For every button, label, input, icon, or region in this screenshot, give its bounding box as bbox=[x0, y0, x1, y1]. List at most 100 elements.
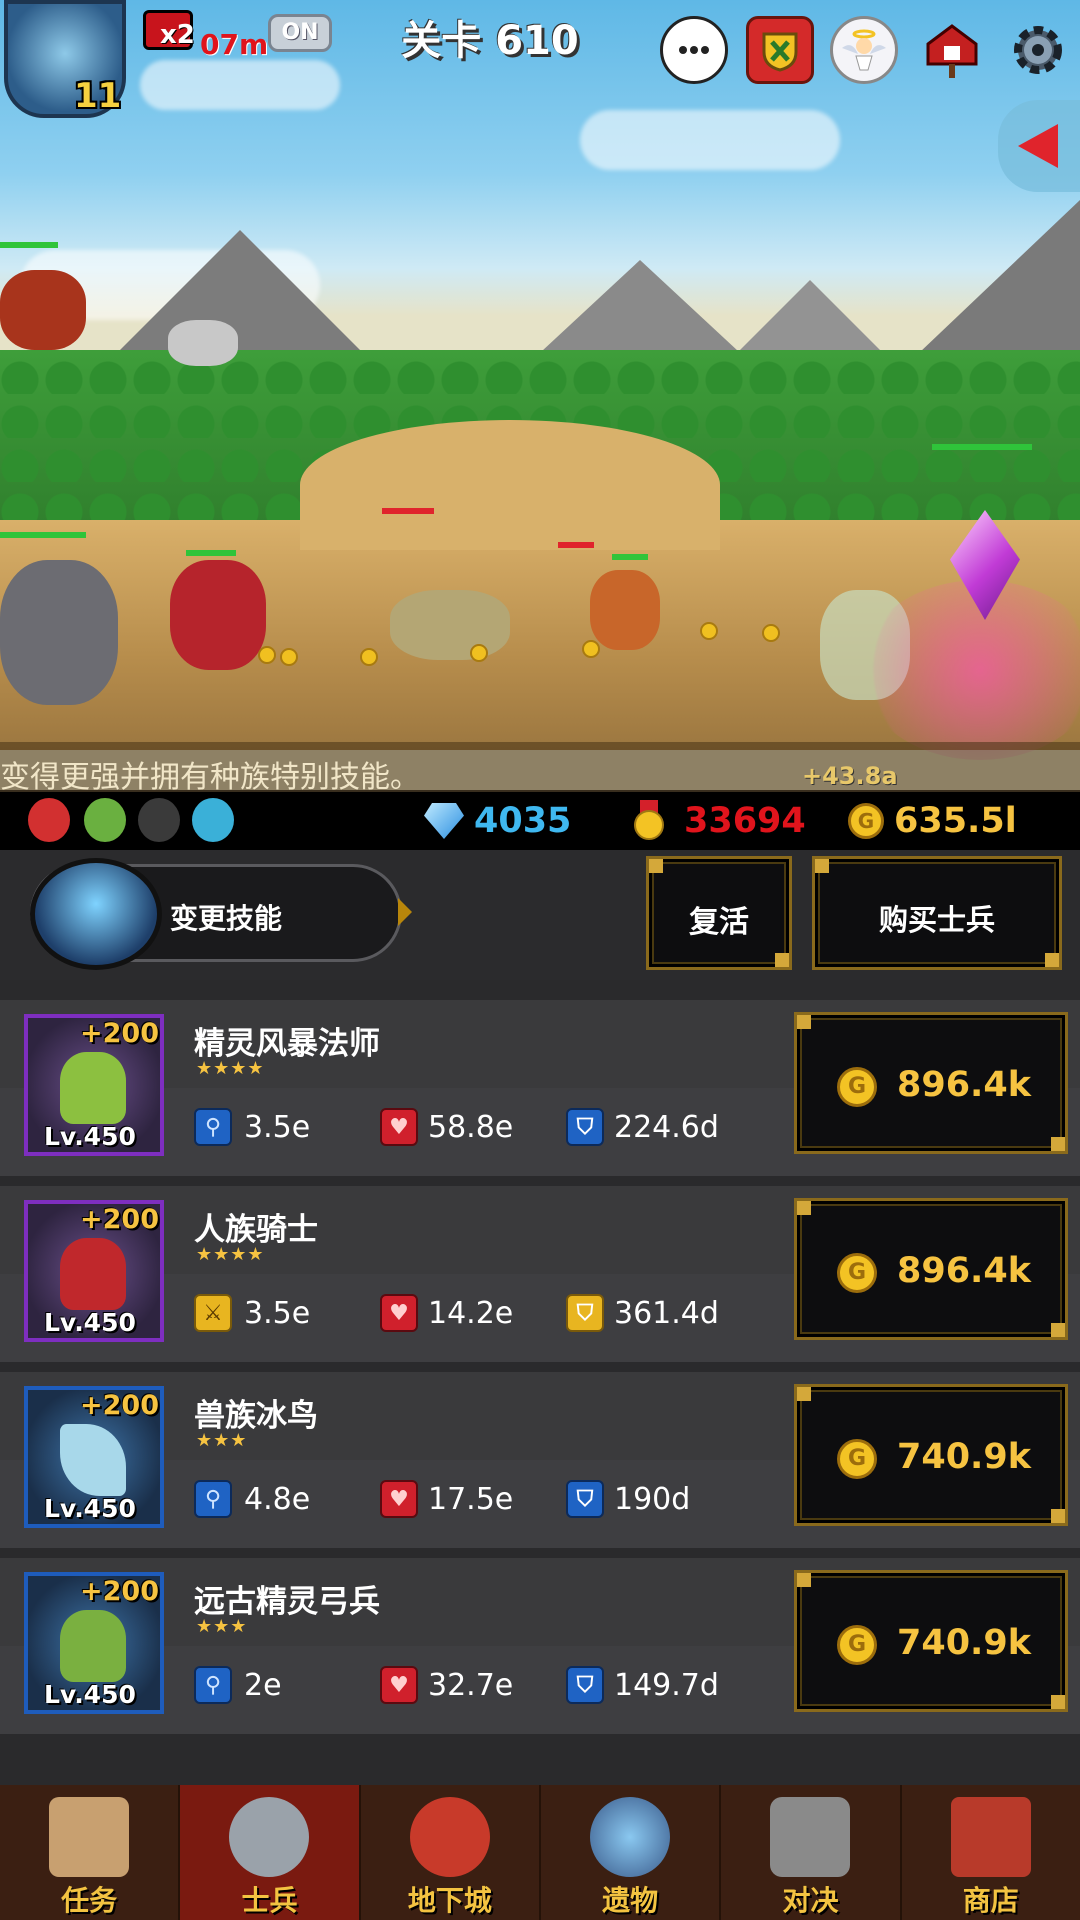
magic-attack-icon: ⚲ bbox=[194, 1666, 232, 1704]
angel-icon[interactable] bbox=[830, 16, 898, 84]
defense-value: 224.6d bbox=[614, 1110, 719, 1145]
corner-ornament bbox=[797, 1015, 811, 1029]
soldier-row: +200 Lv.450 人族骑士 ★★★★ ⚔ 3.5e ♥ 14.2e ⛉ 3… bbox=[0, 1186, 1080, 1362]
stone-golem-enemy bbox=[0, 560, 118, 705]
corner-ornament bbox=[1051, 1323, 1065, 1337]
soldier-portrait[interactable]: +200 Lv.450 bbox=[24, 1014, 164, 1156]
change-skill-label: 变更技能 bbox=[170, 902, 283, 935]
corner-ornament bbox=[649, 859, 663, 873]
gear-icon[interactable] bbox=[1008, 16, 1068, 84]
bonus-label: +200 bbox=[80, 1390, 159, 1421]
gear-glyph bbox=[1014, 26, 1062, 74]
gold-count: 635.5l bbox=[894, 801, 1017, 841]
undead-race-icon[interactable] bbox=[138, 798, 180, 842]
human-race-icon[interactable] bbox=[28, 798, 70, 842]
sword-attack-icon: ⚔ bbox=[194, 1294, 232, 1332]
cannon-enemy bbox=[0, 270, 86, 350]
human-knight-sprite bbox=[60, 1238, 126, 1310]
upgrade-price-button[interactable]: G 896.4k bbox=[794, 1198, 1068, 1340]
speed-multiplier: x2 bbox=[160, 20, 195, 50]
chevron-right-icon bbox=[398, 898, 412, 926]
ally-hp-bar bbox=[612, 554, 648, 560]
nav-label: 地下城 bbox=[407, 1884, 492, 1917]
soldier-name: 远古精灵弓兵 bbox=[194, 1584, 380, 1620]
nav-label: 对决 bbox=[782, 1884, 839, 1917]
coin-drop[interactable] bbox=[582, 640, 600, 658]
attack-value: 3.5e bbox=[244, 1296, 311, 1331]
soldier-name: 人族骑士 bbox=[194, 1212, 318, 1248]
corner-ornament bbox=[1051, 1137, 1065, 1151]
corner-ornament bbox=[797, 1387, 811, 1401]
upgrade-price-button[interactable]: G 740.9k bbox=[794, 1570, 1068, 1712]
soldier-portrait[interactable]: +200 Lv.450 bbox=[24, 1200, 164, 1342]
nav-tab-quests[interactable]: 任务 bbox=[0, 1785, 181, 1920]
mailbox-icon[interactable] bbox=[918, 16, 986, 84]
chat-icon[interactable] bbox=[660, 16, 728, 84]
crossed-swords-icon bbox=[770, 1797, 851, 1877]
heart-icon: ♥ bbox=[380, 1294, 418, 1332]
relic-orb-icon bbox=[590, 1797, 671, 1877]
price-label: 896.4k bbox=[897, 1065, 1031, 1105]
shield-icon: ⛉ bbox=[566, 1480, 604, 1518]
shield-icon: ⛉ bbox=[566, 1108, 604, 1146]
soldier-row: +200 Lv.450 精灵风暴法师 ★★★★ ⚲ 3.5e ♥ 58.8e ⛉… bbox=[0, 1000, 1080, 1176]
magic-attack-icon: ⚲ bbox=[194, 1108, 232, 1146]
soldier-name: 精灵风暴法师 bbox=[194, 1026, 380, 1062]
coin-drop[interactable] bbox=[280, 648, 298, 666]
gold-coin-icon: G bbox=[837, 1625, 877, 1665]
soldier-row: +200 Lv.450 兽族冰鸟 ★★★ ⚲ 4.8e ♥ 17.5e ⛉ 19… bbox=[0, 1372, 1080, 1548]
floating-gain: +43.8a bbox=[802, 762, 898, 790]
price-label: 896.4k bbox=[897, 1251, 1031, 1291]
corner-ornament bbox=[797, 1573, 811, 1587]
revive-label: 复活 bbox=[689, 905, 749, 940]
shield-glyph bbox=[762, 32, 798, 72]
flying-fish-unit bbox=[168, 320, 238, 366]
nav-tab-shop[interactable]: 商店 bbox=[902, 1785, 1080, 1920]
nav-label: 任务 bbox=[61, 1884, 118, 1917]
mailbox-glyph bbox=[926, 24, 978, 78]
coin-drop[interactable] bbox=[700, 622, 718, 640]
orc-ally bbox=[590, 570, 660, 650]
buy-soldier-button[interactable]: 购买士兵 bbox=[812, 856, 1062, 970]
soldier-portrait[interactable]: +200 Lv.450 bbox=[24, 1572, 164, 1714]
attack-value: 3.5e bbox=[244, 1110, 311, 1145]
nav-tab-duel[interactable]: 对决 bbox=[721, 1785, 902, 1920]
soldier-portrait[interactable]: +200 Lv.450 bbox=[24, 1386, 164, 1528]
upgrade-price-button[interactable]: G 740.9k bbox=[794, 1384, 1068, 1526]
orc-race-icon[interactable] bbox=[192, 798, 234, 842]
level-label: Lv.450 bbox=[44, 1680, 136, 1709]
hp-value: 14.2e bbox=[428, 1296, 514, 1331]
elf-race-icon[interactable] bbox=[84, 798, 126, 842]
coin-drop[interactable] bbox=[470, 644, 488, 662]
upgrade-price-button[interactable]: G 896.4k bbox=[794, 1012, 1068, 1154]
revive-button[interactable]: 复活 bbox=[646, 856, 792, 970]
defense-value: 190d bbox=[614, 1482, 691, 1517]
attack-value: 4.8e bbox=[244, 1482, 311, 1517]
side-panel-toggle[interactable] bbox=[998, 100, 1080, 192]
nav-label: 商店 bbox=[962, 1884, 1019, 1917]
corner-ornament bbox=[1051, 1509, 1065, 1523]
coin-drop[interactable] bbox=[258, 646, 276, 664]
defense-value: 361.4d bbox=[614, 1296, 719, 1331]
chat-bubble-glyph bbox=[679, 46, 709, 54]
hp-value: 17.5e bbox=[428, 1482, 514, 1517]
attack-value: 2e bbox=[244, 1668, 282, 1703]
buy-soldier-label: 购买士兵 bbox=[878, 903, 995, 937]
player-level: 11 bbox=[74, 76, 122, 116]
soldier-list[interactable]: +200 Lv.450 精灵风暴法师 ★★★★ ⚲ 3.5e ♥ 58.8e ⛉… bbox=[0, 980, 1080, 1785]
coin-drop[interactable] bbox=[762, 624, 780, 642]
speed-time-left: 07m bbox=[200, 28, 269, 61]
enemy-hp-bar bbox=[558, 542, 594, 548]
guild-shield-icon[interactable] bbox=[746, 16, 814, 84]
shop-icon bbox=[950, 1797, 1031, 1877]
knight-helmet-icon bbox=[229, 1797, 310, 1877]
price-label: 740.9k bbox=[897, 1437, 1031, 1477]
soldier-name: 兽族冰鸟 bbox=[194, 1398, 318, 1434]
coin-drop[interactable] bbox=[360, 648, 378, 666]
crystal-hp-bar bbox=[932, 444, 1032, 450]
auto-toggle[interactable]: ON bbox=[268, 14, 332, 52]
nav-tab-dungeon[interactable]: 地下城 bbox=[361, 1785, 541, 1920]
nav-tab-relics[interactable]: 遗物 bbox=[541, 1785, 722, 1920]
bottom-nav: 任务 士兵 地下城 遗物 对决 商店 bbox=[0, 1785, 1080, 1920]
nav-tab-soldiers[interactable]: 士兵 bbox=[180, 1785, 361, 1920]
